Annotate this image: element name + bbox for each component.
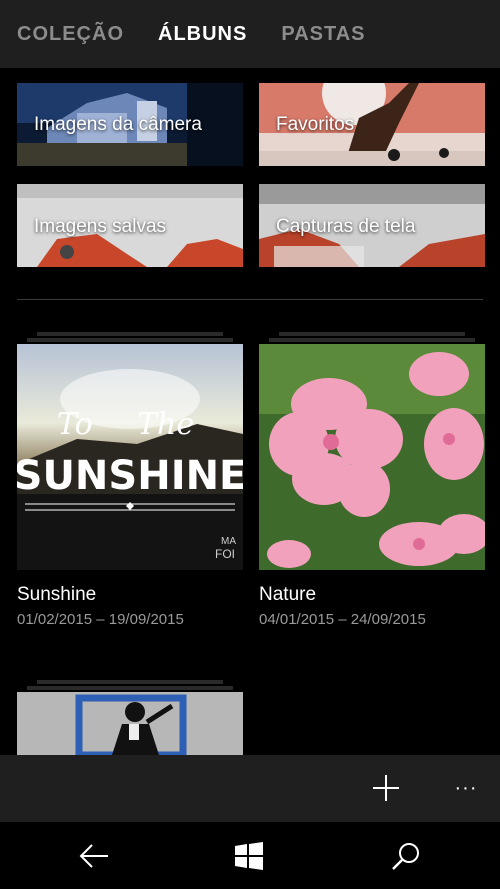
back-button[interactable] [74,836,114,876]
cover-text-corner2: FOI [215,547,235,561]
tab-pastas[interactable]: PASTAS [281,23,365,46]
more-icon: ··· [454,776,478,799]
folder-screenshots[interactable]: Capturas de tela [259,184,485,267]
add-icon [373,775,399,801]
album-stack-edge [37,332,223,336]
tab-colecao[interactable]: COLEÇÃO [17,23,124,46]
album-stack-edge [27,338,233,342]
back-icon [79,844,108,868]
navigation-bar [0,822,500,889]
add-album-button[interactable] [366,768,406,808]
album-artwork-third [17,692,243,755]
album-stack-edge [37,680,223,684]
album-stack-edge [279,332,465,336]
app-bar: ··· [0,755,500,822]
pivot-header: COLEÇÃO ÁLBUNS PASTAS [0,0,500,68]
folder-saved-pictures[interactable]: Imagens salvas [17,184,243,267]
album-dates-nature: 04/01/2015 – 24/09/2015 [259,611,426,628]
album-title-nature[interactable]: Nature [259,584,316,606]
album-cover-sunshine[interactable]: To The SUNSHINE MA FOI [17,344,243,570]
cover-text-to: To [57,407,93,442]
album-stack-edge [269,338,475,342]
album-artwork-sunshine: To The SUNSHINE MA FOI [17,344,243,570]
search-icon [392,843,419,870]
album-stack-edge [27,686,233,690]
folder-favorites[interactable]: Favoritos [259,83,485,166]
album-cover-nature[interactable] [259,344,485,570]
album-dates-sunshine: 01/02/2015 – 19/09/2015 [17,611,184,628]
search-button[interactable] [386,836,426,876]
album-cover-third[interactable] [17,692,243,755]
section-divider [17,299,483,300]
tab-albuns[interactable]: ÁLBUNS [158,23,247,46]
albums-content[interactable]: Imagens da câmera Favoritos Imagens salv… [0,68,500,755]
album-artwork-nature [259,344,485,570]
cover-text-the: The [137,407,194,442]
folder-label-favorites: Favoritos [276,114,355,135]
folder-label-saved-pictures: Imagens salvas [34,216,167,237]
folder-label-screenshots: Capturas de tela [276,216,416,237]
more-options-button[interactable]: ··· [446,768,486,808]
folder-label-camera-roll: Imagens da câmera [34,114,202,135]
cover-text-corner1: MA [221,536,236,547]
cover-text-sunshine: SUNSHINE [17,453,243,499]
start-button[interactable] [229,836,269,876]
folder-camera-roll[interactable]: Imagens da câmera [17,83,243,166]
windows-logo-icon [235,842,263,870]
album-title-sunshine[interactable]: Sunshine [17,584,96,606]
